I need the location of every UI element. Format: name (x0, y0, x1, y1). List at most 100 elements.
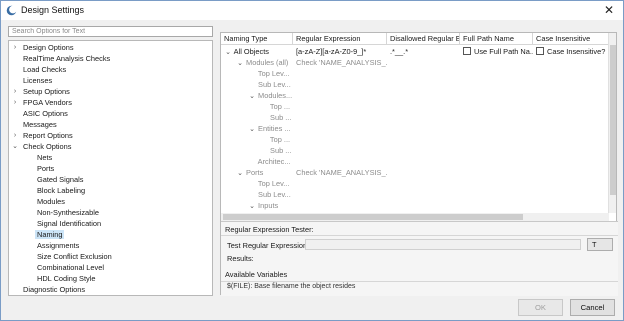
naming-type-label: Top Lev... (256, 69, 290, 78)
tree-item[interactable]: Block Labeling (25, 185, 87, 196)
variable-description: $(FILE): Base filename the object reside… (227, 283, 356, 290)
tree-item[interactable]: › Setup Options (11, 86, 72, 97)
column-header[interactable]: Naming Type (221, 33, 293, 45)
tree-item[interactable]: ⌄ Check Options (11, 141, 73, 152)
column-header[interactable]: Disallowed Regular E (387, 33, 460, 45)
tree-item[interactable]: Non-Synthesizable (25, 207, 101, 218)
divider (221, 235, 618, 236)
tree-item[interactable]: Size Conflict Exclusion (25, 251, 114, 262)
naming-type-label: Modules... (256, 91, 293, 100)
chevron-down-icon[interactable]: ⌄ (11, 141, 19, 152)
naming-type-label: Entities ... (256, 124, 291, 133)
tree-item-label: Non-Synthesizable (37, 208, 100, 217)
tree-item-label: Setup Options (23, 87, 70, 96)
naming-type-label: Sub Lev... (256, 190, 291, 199)
regex-cell[interactable] (293, 200, 387, 212)
scroll-thumb[interactable] (223, 214, 523, 220)
naming-type-label: Sub Lev... (256, 80, 291, 89)
tree-item-label: Naming (35, 230, 65, 239)
tree-item[interactable]: › Design Options (11, 42, 76, 53)
tree-item-label: Nets (37, 153, 53, 162)
tree-item[interactable]: › Report Options (11, 130, 75, 141)
tree-item-label: Ports (37, 164, 55, 173)
checkbox-label: Use Full Path Na... (474, 47, 533, 56)
naming-type-label: Ports (244, 168, 264, 177)
naming-type-label: Sub ... (268, 146, 292, 155)
chevron-right-icon[interactable]: › (11, 97, 19, 108)
tree-item-label: ASIC Options (23, 109, 68, 118)
tree-item-label: Signal Identification (37, 219, 102, 228)
naming-type-label: Top ... (268, 102, 291, 111)
tree-item-label: Licenses (23, 76, 53, 85)
search-options-input[interactable] (8, 26, 213, 37)
tree-item[interactable]: Nets (25, 152, 54, 163)
test-button[interactable]: T (587, 238, 613, 251)
tree-item-label: Messages (23, 120, 57, 129)
chevron-right-icon[interactable]: › (11, 130, 19, 141)
table-row[interactable]: ⌄ Inputs (221, 200, 609, 212)
results-label: Results: (227, 254, 254, 263)
ok-button[interactable]: OK (518, 299, 563, 316)
tree-item-label: RealTime Analysis Checks (23, 54, 111, 63)
tree-item[interactable]: Naming (25, 229, 65, 240)
tree-item[interactable]: ASIC Options (11, 108, 70, 119)
checkbox[interactable] (536, 47, 544, 55)
checkbox[interactable] (463, 47, 471, 55)
tree-item-label: Load Checks (23, 65, 67, 74)
column-header[interactable]: Case Insensitive (533, 33, 609, 45)
tree-item-label: Size Conflict Exclusion (37, 252, 112, 261)
design-settings-window: Design Settings ✕ › Design Options RealTim… (0, 0, 624, 321)
naming-type-label: All Objects (232, 47, 269, 56)
tree-item-label: Block Labeling (37, 186, 86, 195)
tree-item[interactable]: HDL Coding Style (25, 273, 97, 284)
tree-item-label: Check Options (23, 142, 72, 151)
scroll-thumb[interactable] (610, 45, 616, 195)
naming-type-label: Sub ... (268, 113, 292, 122)
tree-item-label: Design Options (23, 43, 74, 52)
divider (221, 281, 618, 282)
cancel-button[interactable]: Cancel (570, 299, 615, 316)
tree-item[interactable]: Diagnostic Options (11, 284, 87, 295)
tree-item[interactable]: Messages (11, 119, 59, 130)
column-header[interactable]: Regular Expression (293, 33, 387, 45)
tree-item[interactable]: Combinational Level (25, 262, 106, 273)
tree-item-label: Assignments (37, 241, 80, 250)
tree-item-label: Combinational Level (37, 263, 104, 272)
tree-item[interactable]: Assignments (25, 240, 81, 251)
naming-type-label: Inputs (256, 201, 279, 210)
tree-item[interactable]: Load Checks (11, 64, 68, 75)
chevron-right-icon[interactable]: › (11, 86, 19, 97)
close-icon[interactable]: ✕ (602, 3, 616, 17)
tree-item[interactable]: RealTime Analysis Checks (11, 53, 112, 64)
tree-item[interactable]: Licenses (11, 75, 54, 86)
tree-item-label: Gated Signals (37, 175, 84, 184)
tree-item[interactable]: › FPGA Vendors (11, 97, 74, 108)
tree-item-label: Diagnostic Options (23, 285, 86, 294)
title-bar: Design Settings ✕ (1, 1, 623, 20)
tree-item[interactable]: Modules (25, 196, 67, 207)
chevron-down-icon[interactable]: ⌄ (248, 201, 256, 212)
naming-type-label: Top ... (268, 135, 291, 144)
app-logo-icon (6, 5, 17, 16)
naming-type-label: Top Lev... (256, 179, 290, 188)
tree-item-label: Modules (37, 197, 65, 206)
chevron-right-icon[interactable]: › (11, 42, 19, 53)
checkbox-label: Case Insensitive? (547, 47, 606, 56)
tester-title: Regular Expression Tester: (225, 225, 314, 234)
tree-item-label: HDL Coding Style (37, 274, 96, 283)
naming-settings-pane: Naming Type Regular Expression Disallowed … (220, 32, 618, 296)
test-expression-input[interactable] (305, 239, 581, 250)
options-tree: › Design Options RealTime Analysis Checks L… (8, 40, 213, 296)
grid-vertical-scrollbar[interactable] (608, 33, 616, 213)
tree-item-label: Report Options (23, 131, 73, 140)
column-header[interactable]: Full Path Name (460, 33, 533, 45)
tree-item[interactable]: Gated Signals (25, 174, 85, 185)
available-variables-label: Available Variables (225, 270, 288, 279)
tree-item[interactable]: Ports (25, 163, 56, 174)
disallowed-regex-cell[interactable] (387, 200, 460, 212)
naming-type-label: Architec... (256, 157, 291, 166)
tree-item[interactable]: Signal Identification (25, 218, 103, 229)
grid-horizontal-scrollbar[interactable] (221, 213, 609, 221)
test-expression-label: Test Regular Expression: (227, 241, 310, 250)
regex-tester-panel: Regular Expression Tester: Test Regular … (221, 221, 618, 296)
